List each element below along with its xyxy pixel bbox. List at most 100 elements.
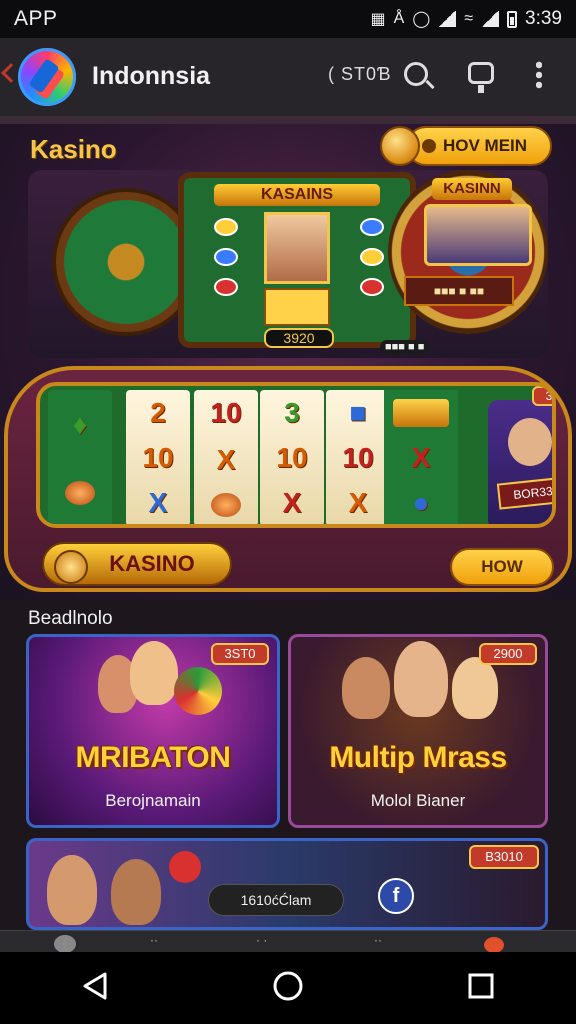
fruit-icon — [65, 481, 95, 505]
game-card[interactable]: 2900 Multip Mrass Molol Bianer — [288, 634, 548, 828]
chip-icon — [360, 248, 384, 266]
toast-message: 1610ćĆlam — [208, 884, 344, 916]
status-icons: ▦ Å ◯ ≈ 3:39 — [371, 8, 562, 30]
signal-icon — [481, 11, 500, 27]
facebook-icon[interactable]: f — [378, 878, 414, 914]
table-sign: KASAINS — [214, 184, 380, 206]
slot-symbol: 10 — [210, 397, 242, 429]
slot-reel: 3 10 X — [260, 390, 324, 524]
character-figure — [394, 641, 448, 717]
dealer-portrait — [264, 212, 330, 284]
slot-symbol: 10 — [276, 441, 308, 473]
tab-item[interactable]: · · — [256, 933, 267, 947]
price-badge: 2900 — [479, 643, 537, 665]
ball-icon — [174, 667, 222, 715]
coin-icon — [380, 126, 420, 166]
character-figure — [130, 641, 178, 705]
hero-top-button-label: HOV MEIN — [442, 136, 528, 155]
slot-symbol: X — [282, 487, 302, 519]
tab-item[interactable]: ·· — [150, 933, 158, 947]
slot-symbol: ● — [412, 487, 430, 519]
slot-reel: X ● — [384, 390, 458, 524]
app-bar: Indonnsia ( ЅT0Ɓ — [0, 38, 576, 116]
kasino-logo: KASINO — [42, 542, 232, 586]
wifi-icon: ≈ — [464, 10, 474, 27]
avatar[interactable] — [54, 935, 76, 953]
tab-icon[interactable] — [484, 937, 504, 953]
gold-strip — [393, 398, 449, 427]
kasino-logo-text: KASINO — [109, 551, 195, 576]
back-nav-icon[interactable] — [81, 971, 109, 1006]
players-portrait — [424, 204, 532, 266]
system-nav-bar — [0, 952, 576, 1024]
slot-symbol: 3 — [284, 396, 300, 428]
right-sign: KASINN — [432, 178, 512, 200]
fruit-icon — [211, 492, 241, 517]
bottom-tab-bar: ·· · · ·· — [0, 930, 576, 953]
chip-icon — [360, 218, 384, 236]
app-logo[interactable] — [18, 48, 76, 106]
right-board: ■■■ ■ ■■ — [404, 276, 514, 306]
section-title: Beadlnolo — [28, 608, 113, 629]
tab-item[interactable]: ·· — [374, 933, 382, 947]
bluetooth-icon: Å — [393, 10, 405, 27]
slot-reel: ♦ — [48, 390, 112, 524]
slot-machine[interactable]: ♦ 2 10 X 10 X 3 10 X ■ 10 X X ● BOR33 3 … — [4, 366, 572, 592]
table-readout: 3920 — [264, 328, 334, 348]
hero-divider — [0, 116, 576, 124]
slot-symbol: ■ — [349, 396, 367, 428]
price-badge: B3010 — [469, 845, 539, 869]
price-badge: 3ЅT0 — [211, 643, 269, 665]
app-screen: APP ▦ Å ◯ ≈ 3:39 Indonnsia ( ЅT0Ɓ Kasino… — [0, 0, 576, 1024]
character-figure — [111, 859, 161, 925]
slot-symbol: X — [411, 441, 431, 473]
slot-symbol: ♦ — [72, 409, 88, 440]
slot-symbol: X — [216, 443, 236, 475]
battery-icon — [507, 10, 518, 28]
slot-reel: 10 X — [194, 390, 258, 524]
chip-icon — [214, 218, 238, 236]
slot-reel: 2 10 X — [126, 390, 190, 524]
home-nav-icon[interactable] — [272, 970, 304, 1007]
mini-reel — [264, 288, 330, 326]
card-title: MRIBATON — [75, 741, 231, 774]
card-title: Multip Mrass — [329, 741, 507, 774]
bonus-badge: 3010 — [532, 386, 552, 406]
slot-symbol: 10 — [342, 441, 374, 473]
casino-scene[interactable]: KASAINS 3920 KASINN ■■■ ■ ■■ ■■■ ■ ■ — [28, 170, 548, 358]
slot-symbol: 10 — [142, 441, 174, 473]
slot-symbol: X — [348, 487, 368, 519]
recents-nav-icon[interactable] — [467, 972, 495, 1005]
chip-icon — [214, 248, 238, 266]
hero-top-button[interactable]: HOV MEIN — [406, 126, 552, 166]
chip-icon — [214, 278, 238, 296]
nfc-icon: ▦ — [370, 11, 386, 28]
status-app-label: APP — [14, 7, 58, 30]
hero-banner[interactable]: Kasino HOV MEIN KASAINS 3920 KASINN ■■■ … — [0, 116, 576, 600]
signal-icon — [438, 11, 457, 27]
host-card: BOR33 — [496, 476, 552, 510]
scene-caption: ■■■ ■ ■ — [380, 340, 430, 354]
card-subtitle: Berojnamain — [105, 791, 201, 810]
card-artwork — [78, 641, 228, 741]
more-icon[interactable] — [536, 60, 542, 90]
host-face — [508, 418, 552, 466]
host-character: BOR33 — [488, 400, 552, 524]
slot-reels: ♦ 2 10 X 10 X 3 10 X ■ 10 X X ● BOR33 3 — [36, 382, 556, 528]
app-title: Indonnsia — [92, 62, 211, 90]
game-table: KASAINS 3920 — [178, 172, 416, 348]
slot-symbol: 2 — [150, 396, 166, 428]
character-figure — [342, 657, 390, 719]
search-icon[interactable] — [404, 62, 428, 86]
alarm-icon: ◯ — [412, 11, 431, 28]
chat-icon[interactable] — [468, 62, 494, 93]
status-time: 3:39 — [525, 8, 562, 29]
game-card[interactable]: 3ЅT0 MRIBATON Berojnamain — [26, 634, 280, 828]
store-label[interactable]: ( ЅT0Ɓ — [328, 64, 392, 85]
card-subtitle: Molol Bianer — [370, 791, 466, 810]
how-button[interactable]: HOW — [450, 548, 554, 586]
character-figure — [452, 657, 498, 719]
character-figure — [47, 855, 97, 925]
status-bar: APP ▦ Å ◯ ≈ 3:39 — [0, 0, 576, 38]
slot-reel: ■ 10 X — [326, 390, 390, 524]
